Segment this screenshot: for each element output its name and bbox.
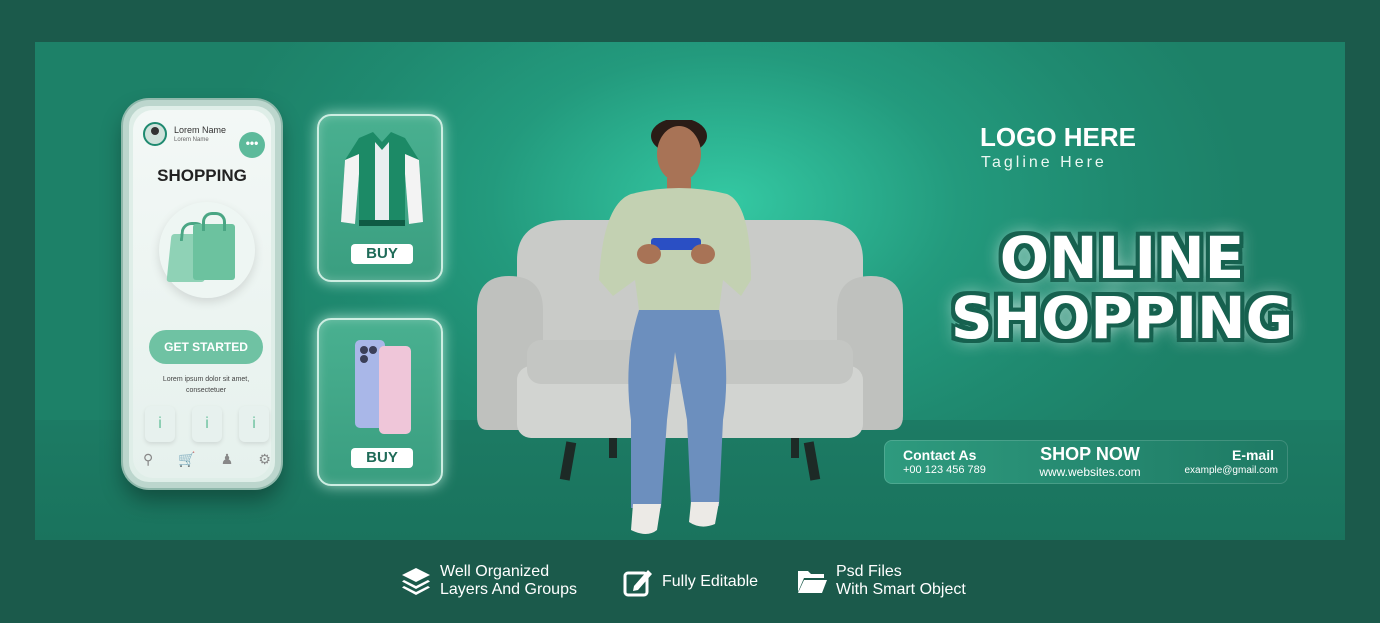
- phone-body-line: Lorem ipsum dolor sit amet,: [162, 376, 250, 383]
- phone-user-name: Lorem Name: [174, 125, 227, 135]
- headline: ONLINE SHOPPING: [912, 228, 1332, 348]
- logo-block: LOGO HERE Tagline Here: [980, 122, 1200, 172]
- phone-screen: Lorem Name Lorem Name ••• SHOPPING GET S…: [133, 110, 271, 478]
- layers-icon: [402, 568, 430, 595]
- feature-line: Fully Editable: [662, 573, 759, 590]
- feature-line: Layers And Groups: [440, 581, 577, 598]
- info-tile[interactable]: i: [145, 406, 175, 442]
- contact-label: Contact As: [903, 447, 977, 463]
- cart-icon[interactable]: 🛒: [178, 451, 195, 468]
- phone-mockup: Lorem Name Lorem Name ••• SHOPPING GET S…: [123, 100, 281, 488]
- search-icon[interactable]: ⚲: [143, 451, 153, 468]
- info-tile[interactable]: i: [192, 406, 222, 442]
- edit-icon: [623, 570, 652, 597]
- feature-layers: Well Organized Layers And Groups: [400, 563, 577, 599]
- phone-bottom-nav: ⚲ 🛒 ♟ ⚙: [143, 451, 271, 468]
- email-label: E-mail: [1231, 447, 1274, 463]
- buy-button[interactable]: BUY: [351, 448, 413, 468]
- phone-tiles: i i i: [145, 406, 269, 442]
- avatar: [143, 122, 167, 146]
- contact-strip: Contact As +00 123 456 789 SHOP NOW www.…: [884, 440, 1288, 484]
- phone-body-line: consectetuer: [185, 387, 227, 394]
- feature-text: Well Organized Layers And Groups: [440, 563, 577, 599]
- info-tile[interactable]: i: [239, 406, 269, 442]
- product-card-jacket[interactable]: BUY: [317, 114, 443, 282]
- smartphones-image: [355, 340, 411, 434]
- shopping-bag-icon: [193, 212, 235, 280]
- feature-line: Psd Files: [836, 563, 902, 580]
- promo-banner: Lorem Name Lorem Name ••• SHOPPING GET S…: [35, 42, 1345, 540]
- feature-line: With Smart Object: [836, 581, 966, 598]
- logo-text: LOGO HERE: [980, 122, 1137, 152]
- headline-line1: ONLINE: [999, 224, 1245, 292]
- buy-button[interactable]: BUY: [351, 244, 413, 264]
- man-with-phone-illustration: [599, 120, 751, 534]
- user-icon[interactable]: ♟: [221, 451, 234, 468]
- product-card-phones[interactable]: BUY: [317, 318, 443, 486]
- phone-title: SHOPPING: [157, 166, 247, 185]
- phone-body-text: Lorem ipsum dolor sit amet, consectetuer: [149, 374, 263, 396]
- folder-icon: [798, 571, 827, 593]
- feature-editable: Fully Editable: [622, 566, 758, 598]
- website-link[interactable]: www.websites.com: [1024, 465, 1156, 479]
- email-link[interactable]: example@gmail.com: [1184, 465, 1278, 476]
- phone-user-sub: Lorem Name: [174, 137, 209, 143]
- more-menu-icon[interactable]: •••: [239, 132, 265, 158]
- tagline: Tagline Here: [981, 154, 1107, 171]
- feature-text: Fully Editable: [662, 573, 758, 591]
- jacket-image: [341, 132, 423, 226]
- contact-phone[interactable]: +00 123 456 789: [903, 464, 986, 476]
- feature-text: Psd Files With Smart Object: [836, 563, 966, 599]
- feature-psd: Psd Files With Smart Object: [796, 563, 966, 599]
- feature-line: Well Organized: [440, 563, 550, 580]
- headline-line2: SHOPPING: [950, 284, 1294, 352]
- gear-icon[interactable]: ⚙: [258, 451, 271, 468]
- shop-now-button[interactable]: SHOP NOW: [1034, 444, 1146, 465]
- features-row: Well Organized Layers And Groups Fully E…: [400, 563, 1000, 607]
- get-started-button[interactable]: GET STARTED: [149, 330, 263, 364]
